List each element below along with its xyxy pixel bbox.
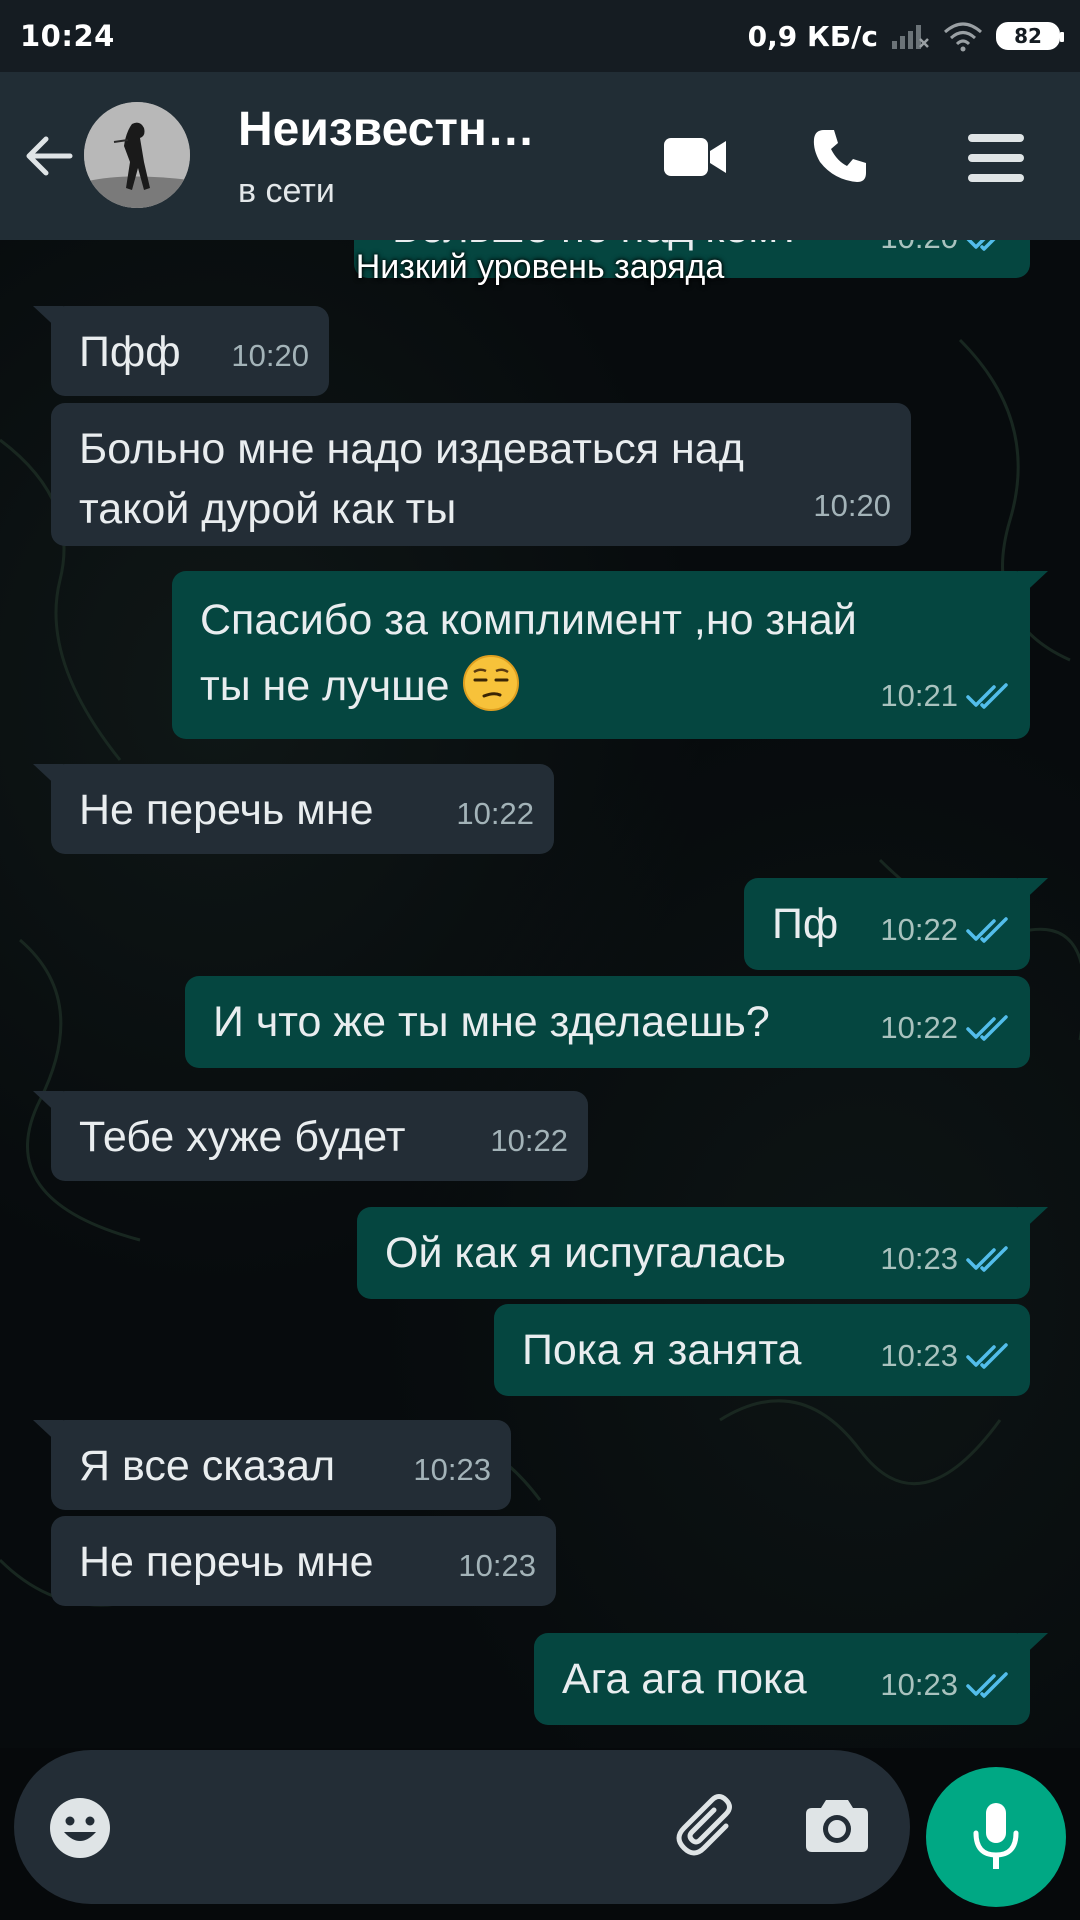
message-meta: 10:22 bbox=[880, 998, 1010, 1058]
avatar[interactable] bbox=[84, 102, 190, 208]
message-meta: 10:23 bbox=[458, 1536, 536, 1596]
message-time: 10:20 bbox=[813, 488, 891, 523]
message-bubble-incoming[interactable]: Не перечь мне 10:22 bbox=[33, 764, 554, 854]
chat-header: Неизвестн… в сети bbox=[0, 72, 1080, 240]
message-text: Пф bbox=[772, 900, 839, 948]
message-text: Ой как я испугалась bbox=[385, 1229, 786, 1277]
bubble-tail bbox=[33, 1091, 63, 1119]
video-call-icon[interactable] bbox=[664, 136, 728, 178]
message-composer bbox=[14, 1750, 910, 1904]
message-time: 10:22 bbox=[880, 1010, 958, 1045]
message-bubble-outgoing[interactable]: Пока я занята 10:23 bbox=[494, 1304, 1030, 1396]
message-meta: 10:23 bbox=[880, 1229, 1010, 1289]
bubble-tail bbox=[33, 306, 63, 334]
bubble-tail bbox=[1018, 571, 1048, 599]
message-text: Я все сказал bbox=[79, 1442, 336, 1490]
contact-status: в сети bbox=[238, 172, 335, 210]
message-bubble-incoming[interactable]: Я все сказал 10:23 bbox=[33, 1420, 511, 1510]
message-time: 10:22 bbox=[456, 796, 534, 831]
read-receipt-icon bbox=[966, 1672, 1008, 1698]
status-time: 10:24 bbox=[20, 19, 115, 53]
avatar-photo bbox=[84, 102, 190, 208]
message-text: Больно мне надо издеваться над такой дур… bbox=[79, 425, 744, 533]
message-text: Пфф bbox=[79, 328, 181, 376]
message-bubble-incoming[interactable]: Не перечь мне 10:23 bbox=[51, 1516, 556, 1606]
mic-icon bbox=[973, 1803, 1019, 1869]
battery-indicator: 82 bbox=[996, 22, 1064, 50]
unamused-face-emoji-icon bbox=[462, 655, 519, 711]
bubble-tail bbox=[1018, 1207, 1048, 1235]
contact-name[interactable]: Неизвестн… bbox=[238, 102, 568, 157]
message-meta: 10:21 bbox=[880, 663, 1010, 729]
message-meta: 10:23 bbox=[880, 1655, 1010, 1715]
low-battery-toast: Низкий уровень заряда bbox=[355, 248, 725, 286]
bubble-tail bbox=[33, 1420, 63, 1448]
message-meta: 10:23 bbox=[413, 1440, 491, 1500]
read-receipt-icon bbox=[966, 1343, 1008, 1369]
menu-icon[interactable] bbox=[968, 130, 1024, 186]
bubble-tail bbox=[1018, 1633, 1048, 1661]
message-bubble-incoming[interactable]: Больно мне надо издеваться над такой дур… bbox=[51, 403, 911, 546]
message-text: И что же ты мне зделаешь? bbox=[213, 998, 770, 1046]
wifi-icon bbox=[944, 22, 982, 52]
message-bubble-outgoing[interactable]: Ага ага пока 10:23 bbox=[534, 1633, 1048, 1725]
message-meta: 10:23 bbox=[880, 1326, 1010, 1386]
message-time: 10:23 bbox=[413, 1452, 491, 1487]
message-time: 10:21 bbox=[880, 678, 958, 713]
message-bubble-outgoing[interactable]: Ой как я испугалась 10:23 bbox=[357, 1207, 1048, 1299]
back-arrow-icon[interactable] bbox=[22, 130, 74, 182]
message-time: 10:23 bbox=[458, 1548, 536, 1583]
message-input[interactable] bbox=[134, 1790, 654, 1860]
message-bubble-incoming[interactable]: Пфф 10:20 bbox=[33, 306, 329, 396]
message-meta: 10:20 bbox=[231, 326, 309, 386]
read-receipt-icon bbox=[966, 683, 1008, 709]
chat-area[interactable]: Больше не над кем? 10:20 Низкий уровень … bbox=[0, 240, 1080, 1748]
message-bubble-outgoing[interactable]: И что же ты мне зделаешь? 10:22 bbox=[185, 976, 1030, 1068]
bubble-tail bbox=[1018, 878, 1048, 906]
message-meta: 10:22 bbox=[490, 1111, 568, 1171]
message-meta: 10:22 bbox=[880, 900, 1010, 960]
message-text: Спасибо за комплимент ,но знай ты не луч… bbox=[200, 596, 857, 710]
message-time: 10:20 bbox=[231, 338, 309, 373]
message-text: Не перечь мне bbox=[79, 1538, 374, 1586]
voice-call-icon[interactable] bbox=[810, 126, 870, 186]
message-time: 10:23 bbox=[880, 1667, 958, 1702]
message-time: 10:23 bbox=[880, 1241, 958, 1276]
message-bubble-outgoing[interactable]: Пф 10:22 bbox=[744, 878, 1048, 970]
status-bar: 10:24 0,9 КБ/с 82 bbox=[0, 0, 1080, 72]
message-text: Тебе хуже будет bbox=[79, 1113, 406, 1161]
message-time: 10:23 bbox=[880, 1338, 958, 1373]
read-receipt-icon bbox=[966, 1246, 1008, 1272]
read-receipt-icon bbox=[966, 917, 1008, 943]
camera-icon[interactable] bbox=[806, 1794, 868, 1854]
signal-icon bbox=[892, 25, 929, 49]
message-time: 10:22 bbox=[490, 1123, 568, 1158]
message-bubble-incoming[interactable]: Тебе хуже будет 10:22 bbox=[33, 1091, 588, 1181]
message-time: 10:22 bbox=[880, 912, 958, 947]
bubble-tail bbox=[33, 764, 63, 792]
message-text: Не перечь мне bbox=[79, 786, 374, 834]
network-speed: 0,9 КБ/с bbox=[747, 19, 878, 53]
message-meta: 10:20 bbox=[813, 476, 891, 536]
message-meta: 10:22 bbox=[456, 784, 534, 844]
message-text: Ага ага пока bbox=[562, 1655, 807, 1703]
mic-button[interactable] bbox=[926, 1767, 1066, 1907]
message-text: Пока я занята bbox=[522, 1326, 802, 1374]
read-receipt-icon bbox=[966, 1015, 1008, 1041]
message-bubble-outgoing[interactable]: Спасибо за комплимент ,но знай ты не луч… bbox=[172, 571, 1048, 739]
attach-icon[interactable] bbox=[674, 1792, 744, 1862]
status-indicators: 0,9 КБ/с 82 bbox=[747, 19, 1064, 53]
emoji-icon[interactable] bbox=[48, 1796, 112, 1860]
